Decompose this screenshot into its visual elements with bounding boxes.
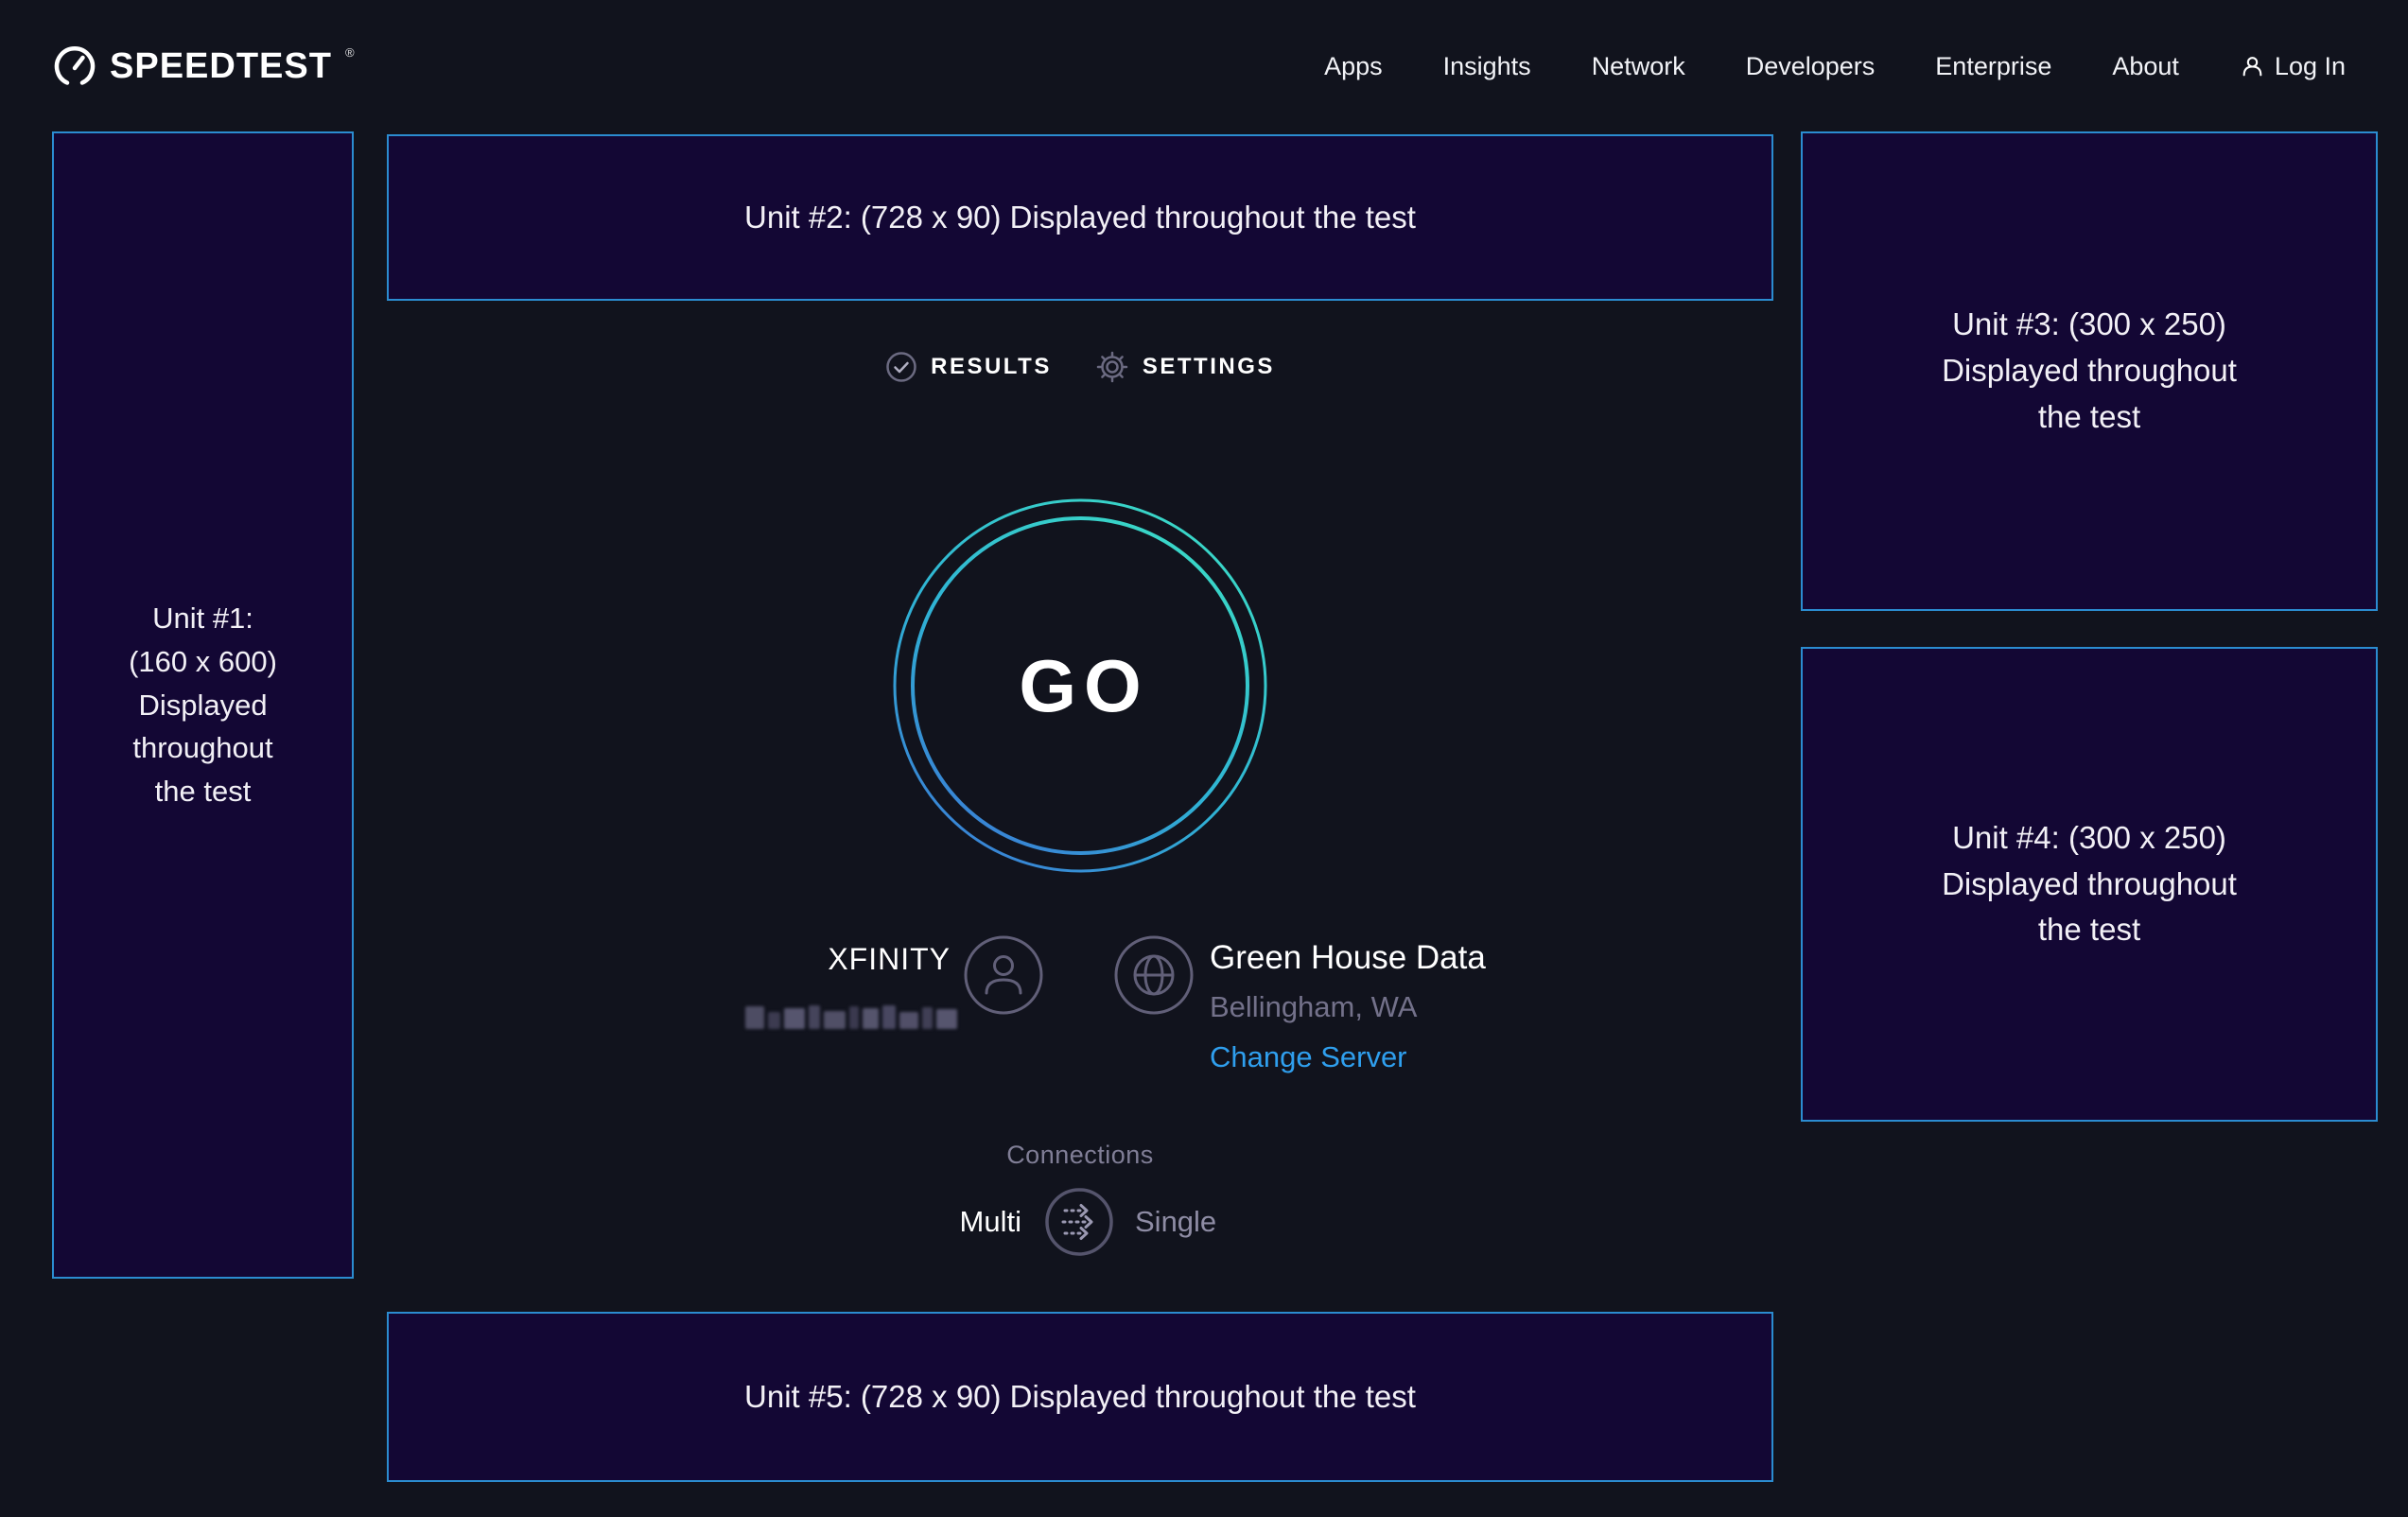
ad-text-line: the test bbox=[2038, 394, 2140, 441]
connections-heading: Connections bbox=[387, 1141, 1773, 1170]
connections-single-option[interactable]: Single bbox=[1135, 1205, 1324, 1239]
nav-item-apps[interactable]: Apps bbox=[1324, 52, 1383, 81]
tab-settings[interactable]: SETTINGS bbox=[1095, 350, 1275, 384]
ad-text-line: Displayed throughout bbox=[1942, 348, 2237, 394]
nav-item-enterprise[interactable]: Enterprise bbox=[1935, 52, 2051, 81]
ad-text-line: (160 x 600) bbox=[129, 640, 277, 684]
header: SPEEDTEST ® Apps Insights Network Develo… bbox=[0, 0, 2408, 132]
ad-unit-1-skyscraper: Unit #1: (160 x 600) Displayed throughou… bbox=[52, 131, 354, 1279]
ad-text-line: Displayed bbox=[138, 684, 267, 727]
ad-text-line: throughout bbox=[132, 726, 272, 770]
ad-text-line: Unit #1: bbox=[152, 597, 253, 640]
server-location: Bellingham, WA bbox=[1210, 992, 1486, 1022]
go-label: GO bbox=[891, 497, 1269, 875]
server-name: Green House Data bbox=[1210, 940, 1486, 976]
ad-text-line: the test bbox=[2038, 907, 2140, 953]
login-button[interactable]: Log In bbox=[2240, 52, 2346, 81]
nav-item-insights[interactable]: Insights bbox=[1443, 52, 1531, 81]
redacted-isp-details bbox=[745, 1003, 957, 1029]
connections-multi-option[interactable]: Multi bbox=[832, 1205, 1021, 1239]
ad-unit-2-leaderboard: Unit #2: (728 x 90) Displayed throughout… bbox=[387, 134, 1773, 301]
tab-results[interactable]: RESULTS bbox=[885, 351, 1052, 383]
connections-toggle-icon[interactable] bbox=[1043, 1186, 1115, 1258]
server-globe-icon bbox=[1113, 934, 1195, 1016]
nav-item-about[interactable]: About bbox=[2112, 52, 2179, 81]
main-nav: Apps Insights Network Developers Enterpr… bbox=[1324, 52, 2346, 81]
check-circle-icon bbox=[885, 351, 917, 383]
results-settings-tabs: RESULTS SETTINGS bbox=[387, 344, 1773, 390]
ad-text-line: Unit #4: (300 x 250) bbox=[1952, 815, 2226, 862]
ad-text-line: Unit #3: (300 x 250) bbox=[1952, 302, 2226, 348]
ad-unit-4-rectangle: Unit #4: (300 x 250) Displayed throughou… bbox=[1801, 647, 2378, 1122]
ad-unit-3-rectangle: Unit #3: (300 x 250) Displayed throughou… bbox=[1801, 131, 2378, 611]
ad-unit-5-leaderboard: Unit #5: (728 x 90) Displayed throughout… bbox=[387, 1312, 1773, 1482]
server-info: Green House Data Bellingham, WA Change S… bbox=[1210, 940, 1486, 1072]
speedtest-logo[interactable]: SPEEDTEST ® bbox=[53, 44, 355, 88]
ad-text-line: Unit #2: (728 x 90) Displayed throughout… bbox=[744, 195, 1416, 241]
login-label: Log In bbox=[2275, 52, 2346, 81]
gauge-icon bbox=[53, 44, 96, 88]
isp-name: XFINITY bbox=[662, 942, 951, 977]
registered-mark: ® bbox=[345, 46, 355, 59]
ad-text-line: Unit #5: (728 x 90) Displayed throughout… bbox=[744, 1374, 1416, 1421]
isp-user-icon bbox=[963, 934, 1044, 1016]
ad-text-line: the test bbox=[155, 770, 252, 813]
ad-text-line: Displayed throughout bbox=[1942, 862, 2237, 908]
person-icon bbox=[2240, 54, 2265, 79]
logo-wordmark: SPEEDTEST bbox=[110, 44, 332, 88]
change-server-link[interactable]: Change Server bbox=[1210, 1042, 1486, 1072]
go-button[interactable]: GO bbox=[891, 497, 1269, 875]
results-label: RESULTS bbox=[931, 354, 1052, 380]
nav-item-network[interactable]: Network bbox=[1592, 52, 1685, 81]
settings-label: SETTINGS bbox=[1143, 354, 1275, 380]
gear-icon bbox=[1095, 350, 1129, 384]
nav-item-developers[interactable]: Developers bbox=[1746, 52, 1876, 81]
